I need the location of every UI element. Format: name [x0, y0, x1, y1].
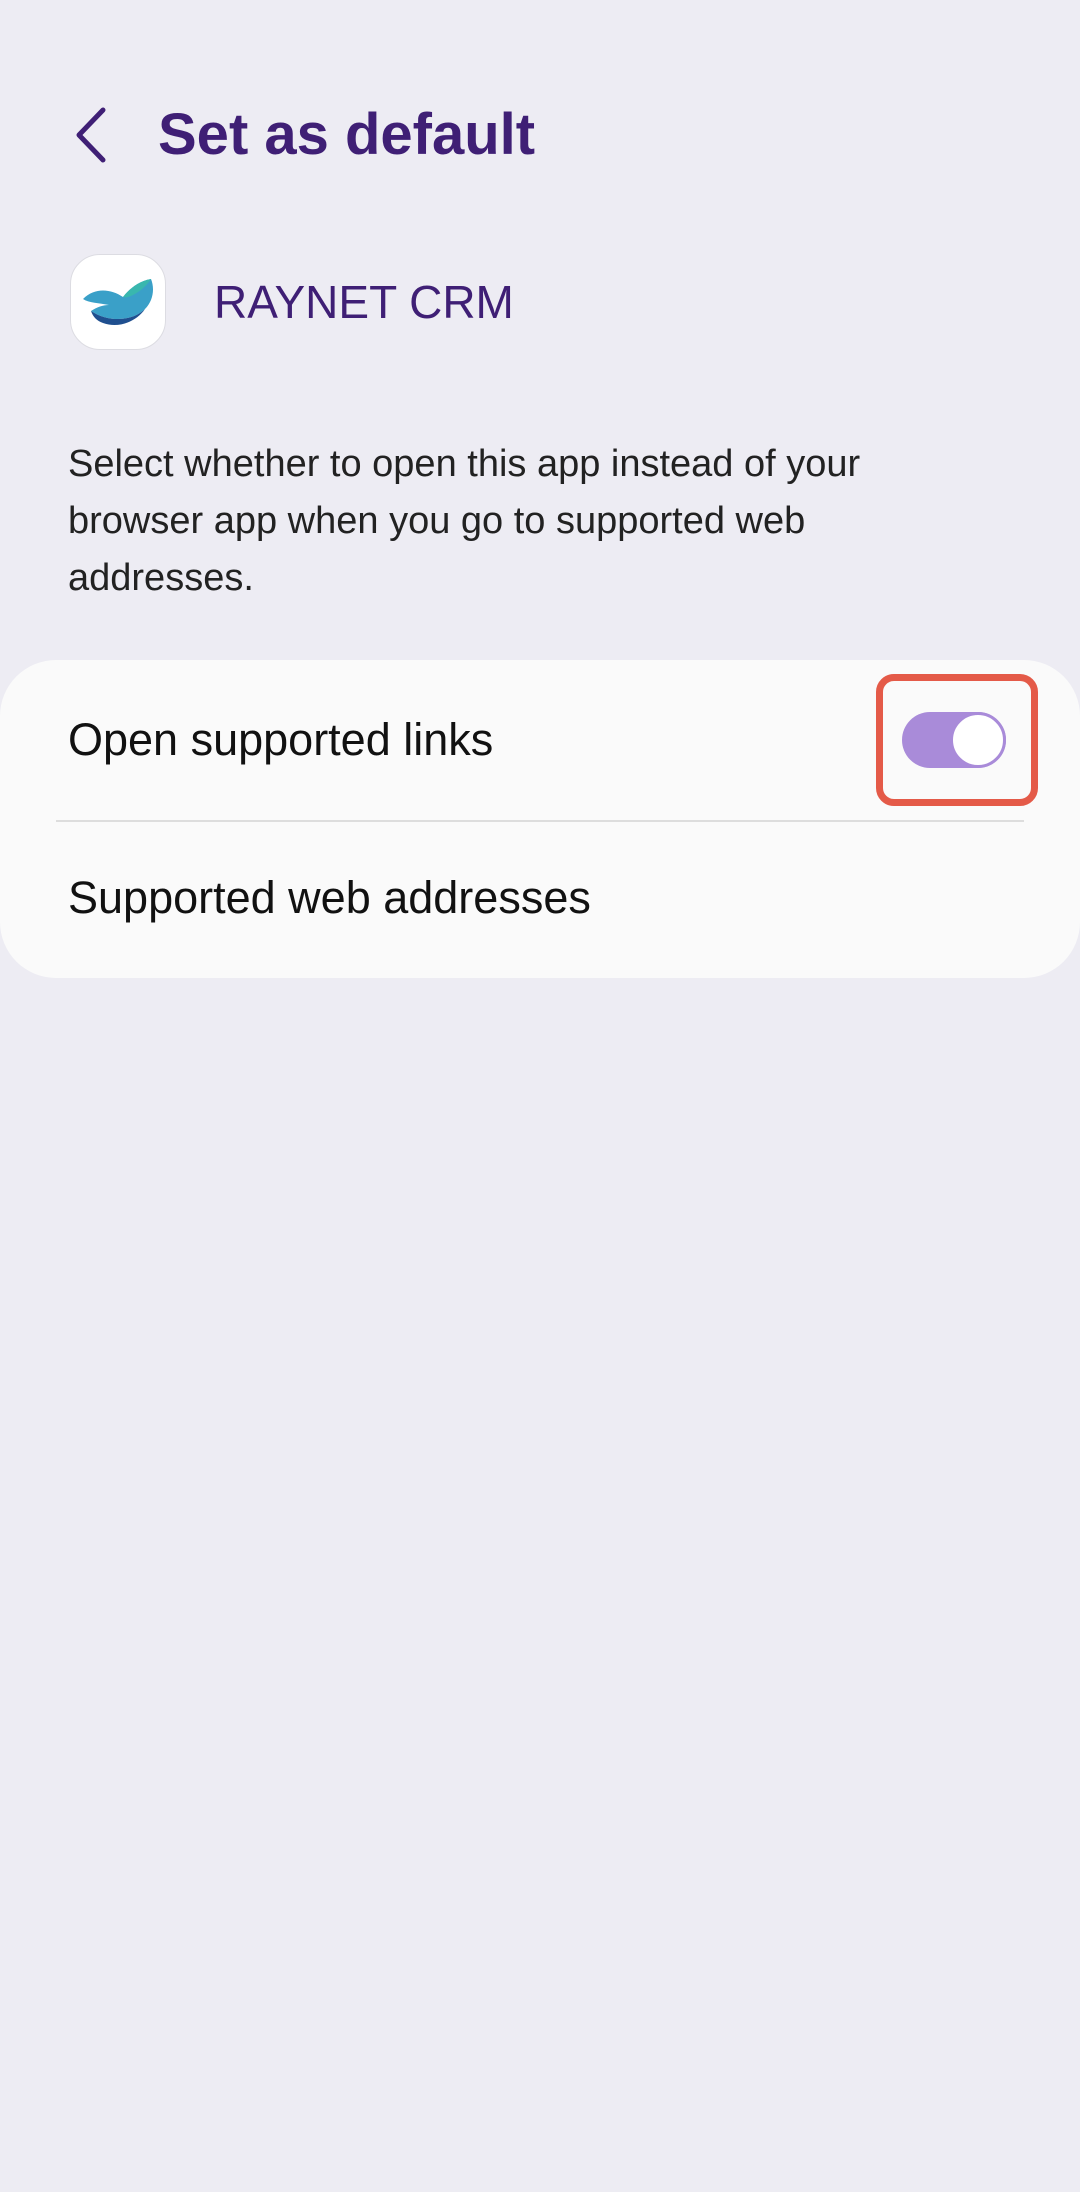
app-info-row: RAYNET CRM	[70, 254, 970, 352]
description-text: Select whether to open this app instead …	[68, 443, 861, 599]
supported-web-addresses-row[interactable]: Supported web addresses	[0, 822, 1080, 978]
open-supported-links-row[interactable]: Open supported links	[0, 660, 1080, 820]
chevron-left-icon	[76, 107, 106, 163]
app-bar: Set as default	[0, 90, 1080, 180]
page-title: Set as default	[158, 102, 536, 167]
app-name: RAYNET CRM	[214, 276, 514, 328]
supported-web-addresses-label: Supported web addresses	[68, 872, 591, 923]
open-supported-links-label: Open supported links	[68, 714, 494, 765]
raynet-logo-icon	[70, 254, 166, 350]
back-button[interactable]	[62, 102, 118, 168]
toggle-knob	[950, 712, 1006, 768]
settings-card: Open supported links Supported web addre…	[0, 660, 1080, 978]
open-supported-links-toggle[interactable]	[902, 712, 1006, 768]
